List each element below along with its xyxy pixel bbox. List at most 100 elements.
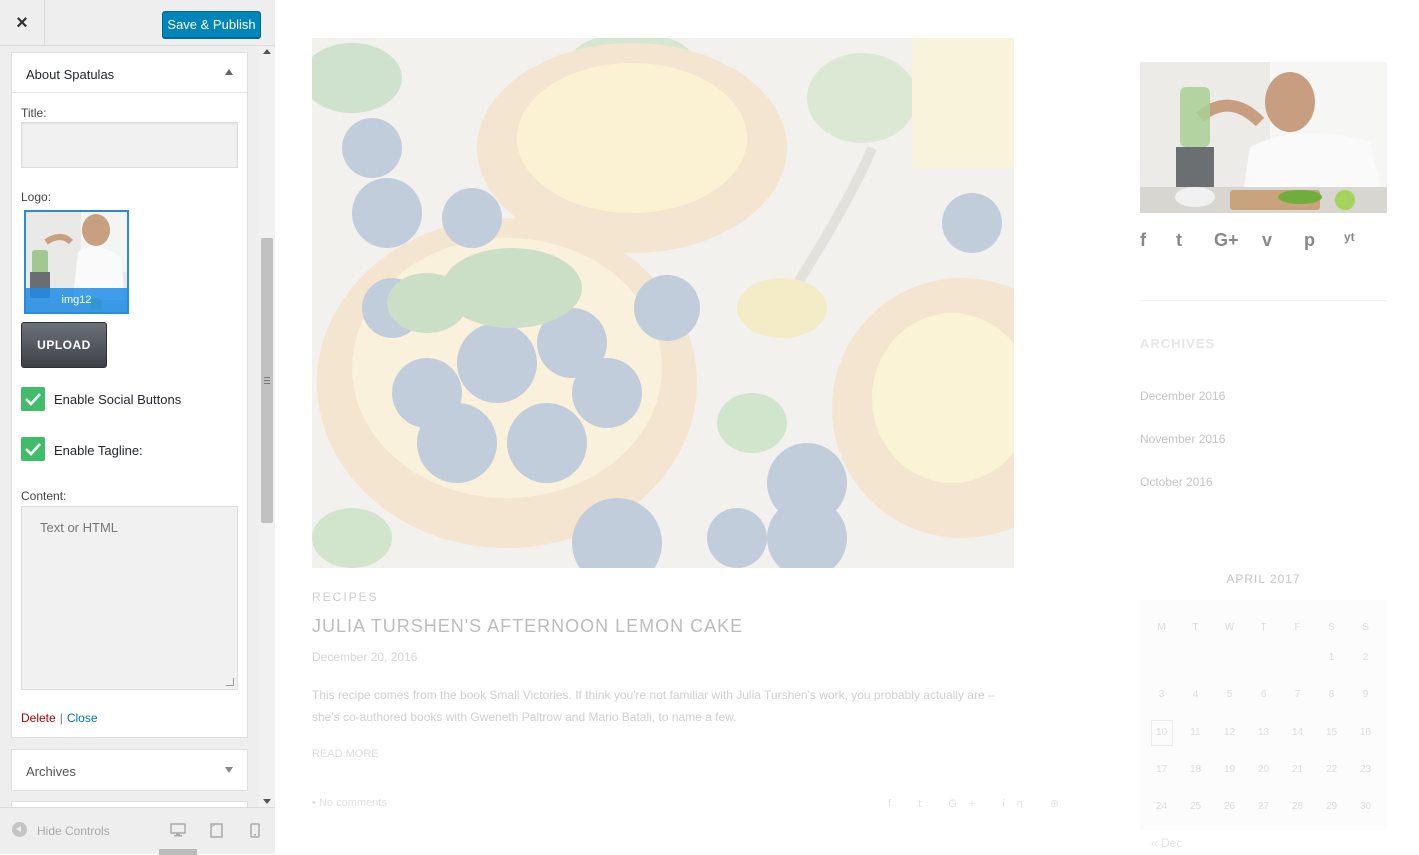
calendar-day[interactable]: 5	[1212, 689, 1247, 700]
calendar-day[interactable]: 29	[1314, 801, 1349, 812]
calendar-prev-link[interactable]: « Dec	[1151, 836, 1182, 850]
customizer-header: × Save & Publish	[0, 0, 275, 46]
facebook-icon[interactable]: f	[1140, 230, 1146, 251]
twitter-icon[interactable]: t	[1176, 230, 1182, 251]
checkmark-icon	[25, 443, 41, 456]
comments-link[interactable]: ▪ No comments	[312, 797, 387, 809]
calendar-day[interactable]: 26	[1212, 801, 1247, 812]
calendar-grid: M T W T F S S 1 2 3 4 5 6 7 8 9 10 11 12 13 14 15 16 17 18 19 20 21…	[1140, 600, 1387, 830]
comment-icon: ▪	[312, 797, 319, 809]
checkmark-icon	[25, 393, 41, 406]
sidebar-social-links: f t G+ v p yt	[1140, 230, 1370, 254]
collapse-icon[interactable]	[12, 822, 27, 837]
social-checkbox[interactable]	[21, 387, 45, 411]
content-placeholder: Text or HTML	[40, 520, 119, 535]
calendar-day[interactable]: 17	[1144, 764, 1179, 775]
tablet-icon[interactable]	[210, 823, 223, 838]
calendar-day[interactable]: 21	[1280, 764, 1315, 775]
title-label: Title:	[21, 106, 47, 120]
widget-title: About Spatulas	[26, 67, 115, 82]
comments-label: No comments	[318, 797, 387, 809]
calendar-day[interactable]: 9	[1348, 689, 1383, 700]
calendar-day[interactable]: 22	[1314, 764, 1349, 775]
calendar-day[interactable]: 16	[1348, 727, 1383, 738]
customizer-footer: Hide Controls	[0, 807, 275, 855]
post-share-links[interactable]: f t G+ in ⊕	[888, 797, 1071, 810]
scroll-up-icon[interactable]	[263, 49, 271, 54]
calendar-day[interactable]: 28	[1280, 801, 1315, 812]
youtube-icon[interactable]: yt	[1344, 230, 1355, 244]
calendar-day[interactable]: 1	[1314, 652, 1349, 663]
calendar-day[interactable]: 27	[1246, 801, 1281, 812]
google-plus-icon[interactable]: G+	[1214, 230, 1239, 251]
content-textarea[interactable]: Text or HTML	[21, 506, 238, 690]
collapse-arrow-icon[interactable]	[225, 69, 233, 75]
vimeo-icon[interactable]: v	[1262, 230, 1272, 251]
post-date: December 20, 2016	[312, 650, 418, 664]
post-excerpt: This recipe comes from the book Small Vi…	[312, 688, 995, 724]
logo-label: Logo:	[21, 190, 52, 204]
archive-link[interactable]: December 2016	[1140, 389, 1225, 403]
sidebar-logo-image[interactable]	[1140, 62, 1387, 213]
calendar-day[interactable]: 12	[1212, 727, 1247, 738]
sidebar-divider	[1140, 300, 1387, 301]
archives-heading: ARCHIVES	[1140, 336, 1216, 351]
calendar-day[interactable]: 15	[1314, 727, 1349, 738]
calendar-day[interactable]: 24	[1144, 801, 1179, 812]
tagline-checkbox[interactable]	[21, 437, 45, 461]
calendar-day[interactable]: 2	[1348, 652, 1383, 663]
save-publish-button[interactable]: Save & Publish	[162, 11, 261, 38]
mobile-icon[interactable]	[250, 823, 260, 838]
widget-panel[interactable]: About Spatulas Title: Logo: img12 UPLOAD…	[0, 47, 259, 807]
calendar-day[interactable]: 23	[1348, 764, 1383, 775]
archives-widget[interactable]: Archives	[11, 749, 248, 791]
close-customizer-button[interactable]: ×	[0, 0, 45, 46]
calendar-day[interactable]: 25	[1178, 801, 1213, 812]
widget-header[interactable]: About Spatulas	[12, 53, 247, 93]
desktop-icon[interactable]	[170, 823, 186, 837]
calendar-day[interactable]: 13	[1246, 727, 1281, 738]
upload-button[interactable]: UPLOAD	[21, 322, 107, 368]
archive-link[interactable]: October 2016	[1140, 475, 1213, 489]
post-title[interactable]: JULIA TURSHEN'S AFTERNOON LEMON CAKE	[312, 616, 743, 637]
pinterest-icon[interactable]: p	[1304, 230, 1315, 251]
site-preview[interactable]: RECIPES JULIA TURSHEN'S AFTERNOON LEMON …	[276, 0, 1419, 854]
calendar-day[interactable]: 8	[1314, 689, 1349, 700]
post-category[interactable]: RECIPES	[312, 590, 379, 604]
calendar-day[interactable]: 20	[1246, 764, 1281, 775]
delete-link[interactable]: Delete	[21, 711, 56, 725]
calendar-weekday: S	[1362, 622, 1369, 633]
logo-thumbnail[interactable]: img12	[24, 210, 129, 314]
panel-scrollbar[interactable]	[259, 47, 275, 807]
archive-link[interactable]: November 2016	[1140, 432, 1225, 446]
close-link[interactable]: Close	[67, 711, 98, 725]
read-more-link[interactable]: READ MORE	[312, 748, 379, 760]
resize-handle-icon[interactable]	[226, 678, 234, 686]
scroll-thumb[interactable]	[261, 238, 273, 523]
calendar-weekday: T	[1260, 622, 1267, 633]
content-label: Content:	[21, 489, 67, 503]
calendar-day[interactable]: 6	[1246, 689, 1281, 700]
calendar-weekday: T	[1192, 622, 1199, 633]
widget-actions: Delete | Close	[21, 711, 98, 725]
expand-arrow-icon[interactable]	[225, 767, 233, 773]
separator: |	[59, 711, 63, 725]
hide-controls-button[interactable]: Hide Controls	[37, 824, 110, 838]
featured-image	[312, 38, 1014, 568]
post-featured-image[interactable]	[312, 38, 1014, 568]
calendar-day[interactable]: 4	[1178, 689, 1213, 700]
scroll-down-icon[interactable]	[263, 799, 271, 804]
calendar-day[interactable]: 11	[1178, 727, 1213, 738]
calendar-day[interactable]: 19	[1212, 764, 1247, 775]
about-widget: About Spatulas Title: Logo: img12 UPLOAD…	[11, 52, 248, 738]
calendar-day[interactable]: 18	[1178, 764, 1213, 775]
calendar-day[interactable]: 14	[1280, 727, 1315, 738]
calendar-day[interactable]: 3	[1144, 689, 1179, 700]
customizer-sidebar: × Save & Publish About Spatulas Title: L…	[0, 0, 275, 855]
tagline-label: Enable Tagline:	[54, 443, 143, 458]
title-input[interactable]	[21, 122, 238, 168]
calendar-day[interactable]: 30	[1348, 801, 1383, 812]
calendar-day[interactable]: 7	[1280, 689, 1315, 700]
logo-caption: img12	[26, 288, 127, 312]
calendar-title: APRIL 2017	[1226, 572, 1301, 586]
